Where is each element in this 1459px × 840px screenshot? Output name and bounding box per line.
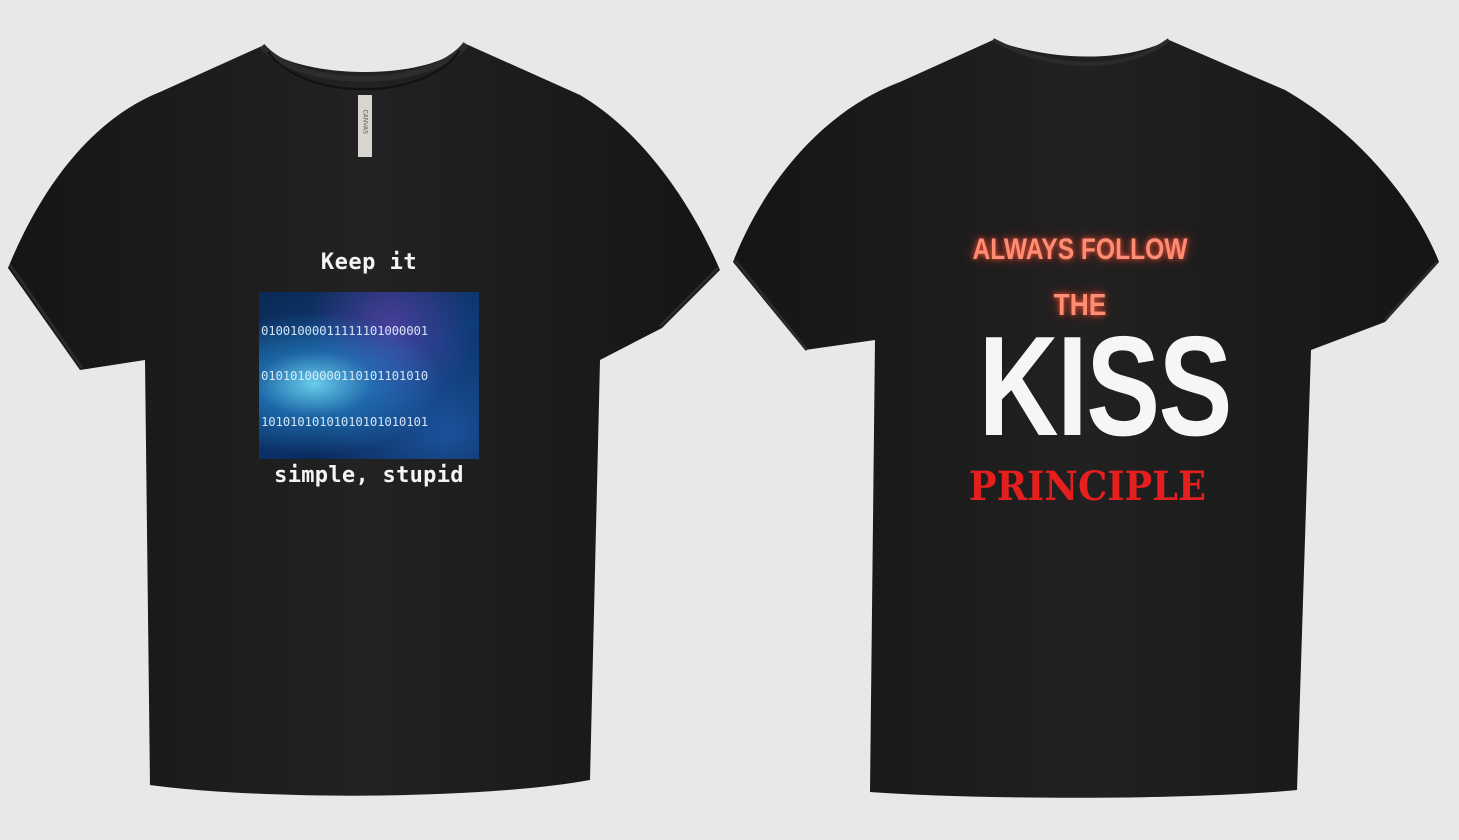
binary-row: 10101010101010101010101 bbox=[261, 413, 428, 429]
binary-code-graphic: 01001000011111101000001 0101010000011010… bbox=[259, 292, 479, 459]
binary-row: 01010100000110101101010 bbox=[261, 368, 428, 384]
back-text-principle: PRINCIPLE bbox=[968, 463, 1207, 510]
binary-row: 01001000011111101000001 bbox=[261, 323, 428, 339]
back-text-kiss: KISS bbox=[978, 307, 1233, 466]
binary-code-text: 01001000011111101000001 0101010000011010… bbox=[261, 293, 479, 459]
tag-label: CANVAS bbox=[361, 109, 369, 134]
front-text-top: Keep it bbox=[320, 250, 418, 275]
back-text-always-follow: ALWAYS FOLLOW bbox=[972, 233, 1188, 266]
front-text-bottom: simple, stupid bbox=[274, 463, 464, 488]
